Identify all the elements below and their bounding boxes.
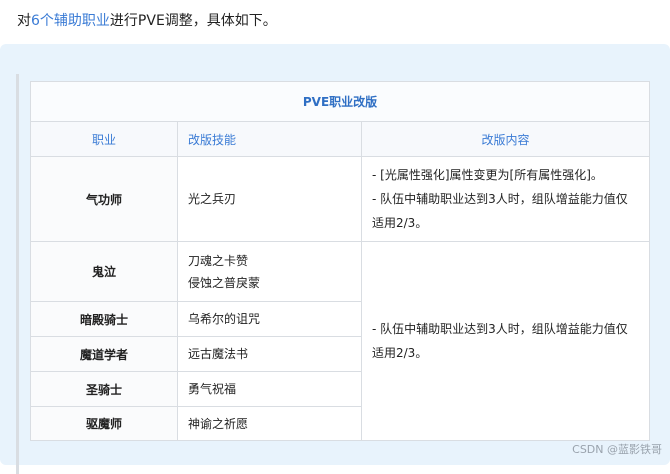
intro-prefix: 对 <box>17 13 31 29</box>
header-skill: 改版技能 <box>177 121 362 157</box>
skill-cell: 光之兵刃 <box>177 156 362 242</box>
skill-name: 侵蚀之普戾蒙 <box>188 275 261 290</box>
content-cell: - 队伍中辅助职业达到3人时，组队增益能力值仅适用2/3。 <box>360 241 651 441</box>
csdn-watermark: CSDN @蓝影铁哥 <box>572 443 662 456</box>
job-cell: 魔道学者 <box>30 336 178 372</box>
skill-cell: 勇气祝福 <box>177 371 362 407</box>
skill-name: 刀魂之卡赞 <box>188 253 249 268</box>
intro-text: 对6个辅助职业进行PVE调整，具体如下。 <box>17 10 277 32</box>
header-job: 职业 <box>30 121 178 157</box>
quote-panel: PVE职业改版 职业 改版技能 改版内容 气功师 光之兵刃 - [光属性强化]属… <box>0 44 670 474</box>
content-line: - 队伍中辅助职业达到3人时，组队增益能力值仅适用2/3。 <box>372 192 628 230</box>
skill-cell: 神谕之祈愿 <box>177 406 362 441</box>
job-cell: 鬼泣 <box>30 241 178 302</box>
skill-cell: 乌希尔的诅咒 <box>177 301 362 337</box>
job-cell: 圣骑士 <box>30 371 178 407</box>
content-cell: - [光属性强化]属性变更为[所有属性强化]。 - 队伍中辅助职业达到3人时，组… <box>360 156 651 242</box>
content-line: - [光属性强化]属性变更为[所有属性强化]。 <box>372 168 603 182</box>
table-title: PVE职业改版 <box>29 81 651 122</box>
job-cell: 暗殿骑士 <box>30 301 178 337</box>
skill-cell: 刀魂之卡赞 侵蚀之普戾蒙 <box>177 241 362 302</box>
content-line: - 队伍中辅助职业达到3人时，组队增益能力值仅适用2/3。 <box>372 322 628 360</box>
support-jobs-link[interactable]: 6个辅助职业 <box>31 13 110 29</box>
pve-change-table: PVE职业改版 职业 改版技能 改版内容 气功师 光之兵刃 - [光属性强化]属… <box>29 81 651 441</box>
intro-suffix: 进行PVE调整，具体如下。 <box>109 13 277 29</box>
job-cell: 驱魔师 <box>30 406 178 441</box>
job-cell: 气功师 <box>30 156 178 242</box>
skill-cell: 远古魔法书 <box>177 336 362 372</box>
quote-bar <box>16 74 19 474</box>
header-content: 改版内容 <box>360 121 651 157</box>
